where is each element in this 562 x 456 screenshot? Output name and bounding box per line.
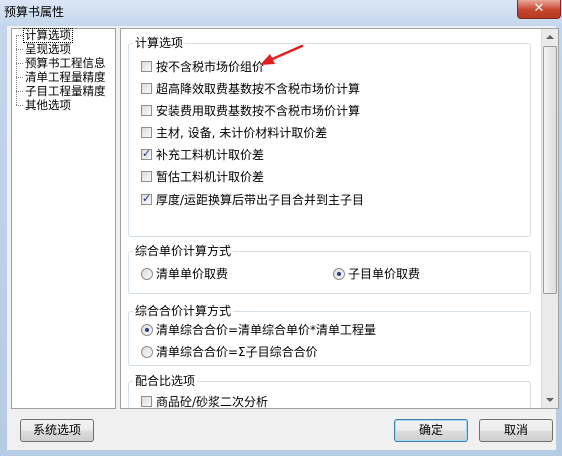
radio-label: 清单单价取费 [156,267,229,281]
options-panel: 计算选项 按不含税市场价组价 超高降效取费基数按不含税市场价计算 安装费用取费基… [120,28,559,409]
checkbox-label: 补充工料机计取价差 [156,148,265,162]
tree-connector-line [16,35,17,105]
radio-dot-icon [337,272,341,276]
radio-dot-icon [145,328,149,332]
options-tree: 计算选项 呈现选项 预算书工程信息 清单工程量精度 子目工程量精度 其他选项 [11,28,116,409]
checkbox-label: 厚度/运距换算后带出子目合并到主子目 [156,193,365,207]
window-title: 预算书属性 [4,5,65,19]
checkbox-label: 暂估工料机计取价差 [156,170,265,184]
radio-button[interactable] [141,346,153,358]
checkbox-box[interactable] [141,396,152,407]
tree-connector [16,77,23,78]
tree-item-project-info[interactable]: 预算书工程信息 [24,57,107,70]
check-mark-icon: ✓ [142,192,152,205]
dialog-window: 预算书属性 ✕ 计算选项 呈现选项 预算书工程信息 清单工程量精度 子目工程量精… [0,0,562,456]
scroll-thumb[interactable] [543,46,557,294]
radio-button[interactable] [333,268,345,280]
checkbox-box[interactable] [141,171,152,182]
checkbox-box[interactable] [141,83,152,94]
tree-connector [16,35,23,36]
radio-button[interactable] [141,324,153,336]
tree-item-calc-options[interactable]: 计算选项 [23,28,73,43]
unit-price-method-title: 综合单价计算方式 [133,244,234,258]
total-price-method-title: 综合合价计算方式 [133,304,234,318]
mix-ratio-title: 配合比选项 [133,374,198,388]
checkbox-box[interactable]: ✓ [141,147,152,160]
checkbox-label: 按不含税市场价组价 [156,60,265,74]
red-arrow-icon [260,44,304,65]
system-options-button[interactable]: 系统选项 [20,419,94,442]
radio-label: 清单综合合价=清单综合单价*清单工程量 [156,323,377,337]
checkbox-box[interactable] [141,105,152,116]
checkbox-label: 主材, 设备, 未计价材料计取价差 [156,126,328,140]
tree-connector [16,49,23,50]
tree-item-other-options[interactable]: 其他选项 [24,99,72,112]
scroll-up-icon[interactable] [546,35,554,39]
radio-label: 子目单价取费 [348,267,421,281]
scroll-down-icon[interactable] [546,398,554,402]
tree-connector [16,91,23,92]
title-bar[interactable]: 预算书属性 ✕ [0,0,562,26]
ok-button[interactable]: 确定 [394,419,468,442]
radio-label: 清单综合合价=Σ子目综合合价 [156,345,318,359]
checkbox-box[interactable] [141,127,152,138]
checkbox-box[interactable]: ✓ [141,192,152,205]
check-mark-icon: ✓ [142,147,152,160]
close-icon: ✕ [533,1,545,16]
tree-item-bill-precision[interactable]: 清单工程量精度 [24,71,107,84]
checkbox-box[interactable] [141,61,152,72]
checkbox-label: 安装费用取费基数按不含税市场价计算 [156,104,361,118]
close-button[interactable]: ✕ [517,0,561,19]
tree-item-display-options[interactable]: 呈现选项 [24,43,72,56]
tree-connector [16,105,23,106]
calc-options-title: 计算选项 [133,36,186,50]
checkbox-label: 商品砼/砂浆二次分析 [156,395,269,409]
cancel-button[interactable]: 取消 [479,419,553,442]
tree-connector [16,63,23,64]
checkbox-label: 超高降效取费基数按不含税市场价计算 [156,82,361,96]
vertical-scrollbar[interactable] [541,29,558,408]
tree-item-subitem-precision[interactable]: 子目工程量精度 [24,85,107,98]
radio-button[interactable] [141,268,153,280]
